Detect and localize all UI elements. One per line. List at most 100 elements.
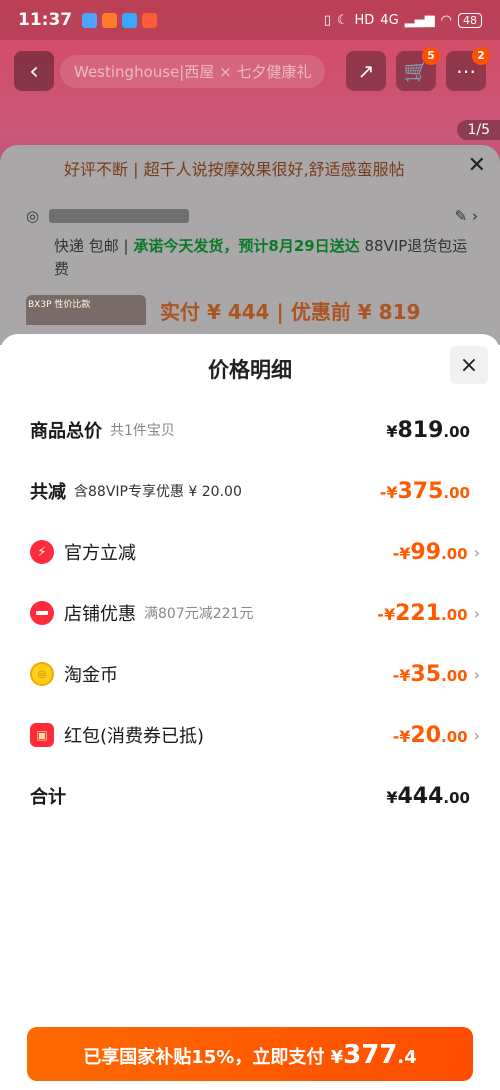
coin-icon: ◎ [30, 662, 54, 686]
sum-label: 合计 [30, 787, 66, 808]
amount-int: 444 [397, 783, 444, 809]
reduction-amount: -¥ 375.00 [380, 479, 470, 504]
app-notification-icon [122, 12, 138, 28]
amount-dec: .00 [441, 666, 468, 685]
currency-symbol: -¥ [392, 543, 411, 563]
currency-symbol: -¥ [392, 726, 411, 746]
currency-symbol: -¥ [377, 604, 396, 624]
amount-int: 20 [410, 722, 442, 748]
lightning-icon: ⚡ [30, 540, 54, 564]
product-thumbnail: BX3P 性价比款 [26, 295, 146, 325]
amount-dec: .00 [443, 483, 470, 502]
chevron-right-icon: › [473, 664, 480, 684]
amount-int: 819 [397, 417, 444, 443]
row-taojinbi[interactable]: ◎ 淘金币 -¥ 35.00 › [30, 654, 480, 694]
shop-discount-rule: 满807元减221元 [144, 606, 254, 622]
edit-icon[interactable]: ✎ › [455, 207, 478, 225]
close-button[interactable]: × [450, 346, 488, 384]
row-official-discount[interactable]: ⚡ 官方立减 -¥ 99.00 › [30, 532, 480, 572]
battery-indicator: 48 [458, 12, 482, 28]
chevron-right-icon: › [473, 542, 480, 562]
official-discount-amount: -¥ 99.00 [393, 540, 468, 565]
row-sum: 合计 ¥444.00 [30, 776, 480, 816]
cart-badge: 5 [422, 47, 440, 65]
currency-symbol: -¥ [392, 665, 411, 685]
price-detail-sheet: 价格明细 × 商品总价 共1件宝贝 ¥819.00 共减 含88VIP专享优惠 … [0, 334, 500, 1090]
review-banner: 好评不断 | 超千人说按摩效果很好,舒适感蛮服帖 ✕ [0, 145, 500, 191]
price-preview-row: BX3P 性价比款 实付 ¥ 444 | 优惠前 ¥ 819 [26, 295, 500, 325]
chevron-left-icon: ‹ [29, 57, 39, 85]
status-time: 11:37 [18, 10, 73, 30]
goods-total-label: 商品总价 [30, 421, 102, 442]
location-icon: ◎ [26, 207, 40, 225]
currency-symbol: ¥ [386, 421, 398, 441]
shipping-promise: 承诺今天发货，预计8月29日送达 [133, 237, 360, 255]
cart-button[interactable]: 🛒 5 [396, 47, 440, 91]
back-button[interactable]: ‹ [14, 51, 54, 91]
amount-int: 221 [395, 600, 442, 626]
vibrate-icon: ▯ [323, 12, 331, 28]
red-packet-amount: -¥ 20.00 [393, 723, 468, 748]
amount-int: 35 [410, 661, 442, 687]
shipping-text: 快递 包邮 | [54, 237, 129, 255]
row-goods-total: 商品总价 共1件宝贝 ¥819.00 [30, 410, 480, 450]
product-info-card: 好评不断 | 超千人说按摩效果很好,舒适感蛮服帖 ✕ ◎ ✎ › 快递 包邮 |… [0, 145, 500, 345]
coin-amount: -¥ 35.00 [393, 662, 468, 687]
amount-dec: .00 [441, 727, 468, 746]
price-preview: 实付 ¥ 444 | 优惠前 ¥ 819 [160, 299, 421, 324]
shop-coupon-icon [30, 601, 54, 625]
close-icon[interactable]: ✕ [468, 153, 486, 178]
app-notification-icon [102, 12, 118, 28]
coin-label: 淘金币 [64, 665, 118, 686]
row-red-packet[interactable]: ▣ 红包(消费券已抵) -¥ 20.00 › [30, 715, 480, 755]
amount-dec: .00 [441, 605, 468, 624]
top-nav: ‹ Westinghouse|西屋 × 七夕健康礼 ↗ 🛒 5 ⋯ 2 [14, 47, 490, 92]
app-notification-icon [82, 12, 98, 28]
close-icon: × [459, 352, 479, 378]
vip-discount-note: 含88VIP专享优惠 ¥ 20.00 [74, 484, 242, 500]
currency-symbol: -¥ [379, 482, 398, 502]
status-bar: 11:37 ▯ ☾ HD 4G ▂▄▆ ◠ 48 [0, 0, 500, 40]
goods-count: 共1件宝贝 [110, 423, 175, 439]
goods-total-amount: ¥819.00 [386, 418, 470, 443]
row-total-reduction: 共减 含88VIP专享优惠 ¥ 20.00 -¥ 375.00 [30, 471, 480, 511]
status-app-icons [82, 12, 158, 28]
shop-discount-amount: -¥ 221.00 [377, 601, 467, 626]
share-button[interactable]: ↗ [346, 51, 386, 91]
sheet-title: 价格明细 [208, 358, 292, 382]
pay-amount-int: 377 [343, 1040, 398, 1070]
pay-amount-dec: .4 [397, 1047, 417, 1068]
chevron-right-icon: › [473, 725, 480, 745]
amount-int: 375 [397, 478, 444, 504]
app-notification-icon [142, 12, 158, 28]
address-blurred [49, 209, 190, 223]
reduction-label: 共减 [30, 482, 66, 503]
image-counter: 1/5 [457, 120, 500, 140]
wifi-icon: ◠ [440, 12, 452, 28]
amount-dec: .00 [443, 422, 470, 441]
amount-dec: .00 [441, 544, 468, 563]
amount-int: 99 [410, 539, 442, 565]
more-button[interactable]: ⋯ 2 [446, 47, 490, 91]
moon-icon: ☾ [336, 12, 349, 28]
status-indicators: ▯ ☾ HD 4G ▂▄▆ ◠ 48 [323, 12, 482, 28]
red-packet-icon: ▣ [30, 723, 54, 747]
row-shop-discount[interactable]: 店铺优惠 满807元减221元 -¥ 221.00 › [30, 593, 480, 633]
more-badge: 2 [472, 47, 490, 65]
amount-dec: .00 [443, 788, 470, 807]
shop-title-pill[interactable]: Westinghouse|西屋 × 七夕健康礼 [60, 54, 326, 88]
pay-button-label: 已享国家补贴15%，立即支付 ¥ [83, 1047, 344, 1068]
currency-symbol: ¥ [386, 787, 398, 807]
nav-icons: ↗ 🛒 5 ⋯ 2 [346, 47, 490, 91]
pay-now-button[interactable]: 已享国家补贴15%，立即支付 ¥377.4 [27, 1027, 473, 1081]
shop-discount-label: 店铺优惠 [64, 604, 136, 625]
official-discount-label: 官方立减 [64, 543, 136, 564]
sum-amount: ¥444.00 [386, 784, 470, 809]
hd-icon: HD [354, 12, 375, 28]
review-banner-text: 好评不断 | 超千人说按摩效果很好,舒适感蛮服帖 [64, 160, 405, 179]
address-section[interactable]: ◎ ✎ › 快递 包邮 | 承诺今天发货，预计8月29日送达 88VIP退货包运… [0, 191, 500, 281]
chevron-right-icon: › [473, 603, 480, 623]
signal-icon: ▂▄▆ [404, 12, 435, 28]
network-label: 4G [380, 12, 399, 28]
red-packet-label: 红包(消费券已抵) [64, 726, 205, 747]
